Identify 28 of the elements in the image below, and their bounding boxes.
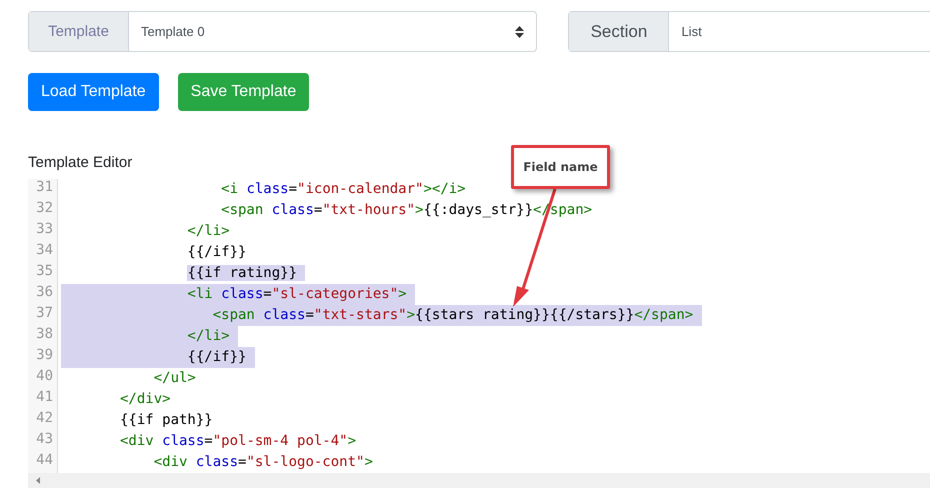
code-line: {{if path}}: [119, 411, 213, 430]
line-number: 36: [35, 284, 54, 302]
template-button[interactable]: Load Template: [28, 73, 159, 111]
editor-title: Template Editor: [28, 154, 132, 171]
line-number: 43: [35, 431, 54, 449]
line-number: 31: [35, 179, 54, 197]
line-number: 37: [35, 305, 54, 323]
code-line: </div>: [119, 390, 171, 409]
line-number: 33: [35, 221, 54, 239]
line-number: 35: [35, 263, 54, 281]
code-line: </li>: [186, 222, 230, 241]
line-number: 34: [35, 242, 54, 260]
line-number: 40: [35, 368, 54, 386]
code-line: {{if rating}}: [61, 263, 306, 284]
line-number: 39: [35, 347, 54, 365]
line-number: 44: [35, 452, 54, 470]
line-number: 32: [35, 200, 54, 218]
scroll-left-icon[interactable]: [36, 477, 40, 484]
code-line: {{/if}}: [186, 243, 246, 262]
code-line: <div class="pol-sm-4 pol-4">: [119, 432, 356, 451]
code-line: <i class="icon-calendar"></i>: [220, 180, 466, 199]
code-line: <div class="sl-logo-cont">: [152, 453, 373, 472]
code-line: </ul>: [152, 369, 196, 388]
callout-label: Field name: [511, 145, 610, 189]
line-number: 41: [35, 389, 54, 407]
line-number: 42: [35, 410, 54, 428]
horizontal-scrollbar[interactable]: [28, 473, 930, 488]
line-number: 38: [35, 326, 54, 344]
